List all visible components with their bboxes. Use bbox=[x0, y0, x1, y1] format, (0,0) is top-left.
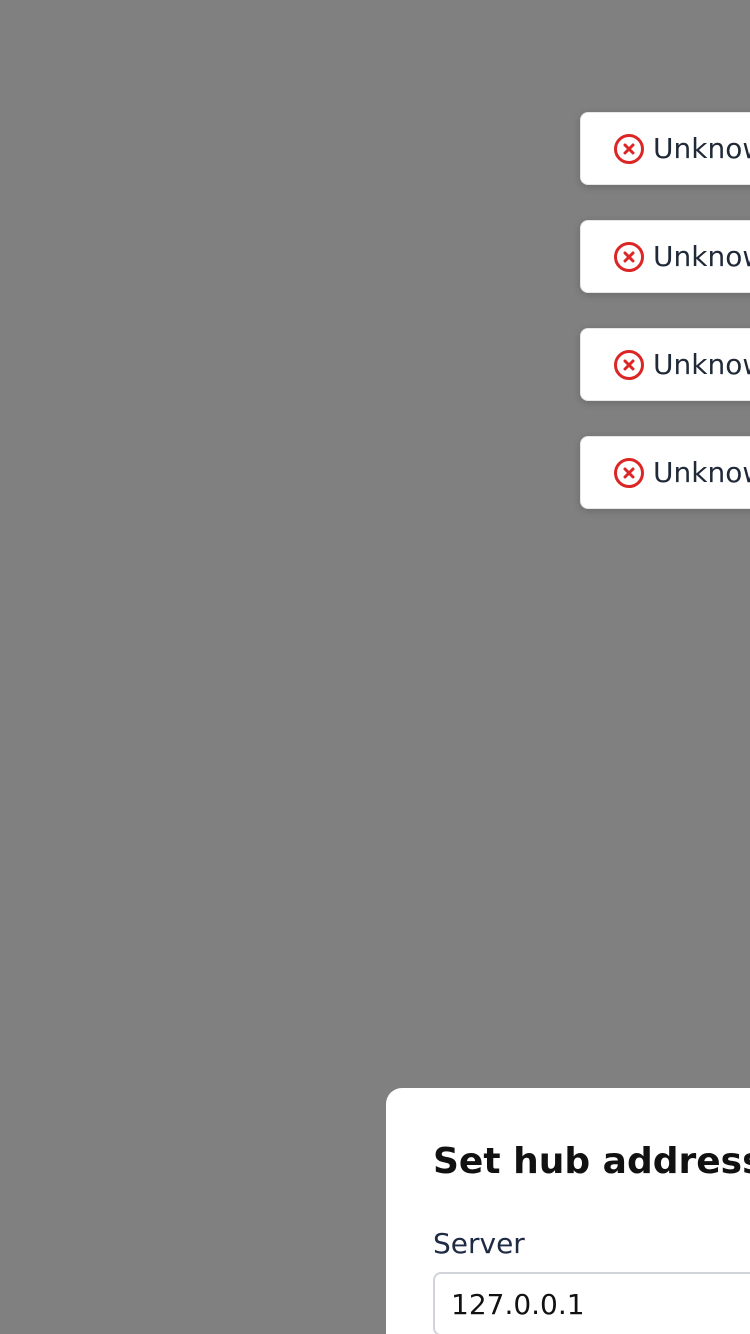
error-circle-icon bbox=[613, 457, 645, 489]
error-circle-icon bbox=[613, 133, 645, 165]
toast-message: Unknown error bbox=[653, 348, 750, 381]
hub-address-dialog: Set hub address Server bbox=[386, 1088, 750, 1334]
error-circle-icon bbox=[613, 241, 645, 273]
error-toast[interactable]: Unknown error bbox=[580, 328, 750, 401]
server-input[interactable] bbox=[433, 1272, 750, 1334]
error-toast[interactable]: Unknown error bbox=[580, 112, 750, 185]
error-circle-icon bbox=[613, 349, 645, 381]
toast-message: Unknown error bbox=[653, 456, 750, 489]
toast-message: Unknown error bbox=[653, 240, 750, 273]
error-toast[interactable]: Unknown error bbox=[580, 220, 750, 293]
app-viewport: Unknown error Unknown error Unknown erro… bbox=[0, 0, 750, 1334]
toast-message: Unknown error bbox=[653, 132, 750, 165]
server-label: Server bbox=[433, 1227, 525, 1260]
error-toast[interactable]: Unknown error bbox=[580, 436, 750, 509]
dialog-title: Set hub address bbox=[433, 1141, 750, 1182]
